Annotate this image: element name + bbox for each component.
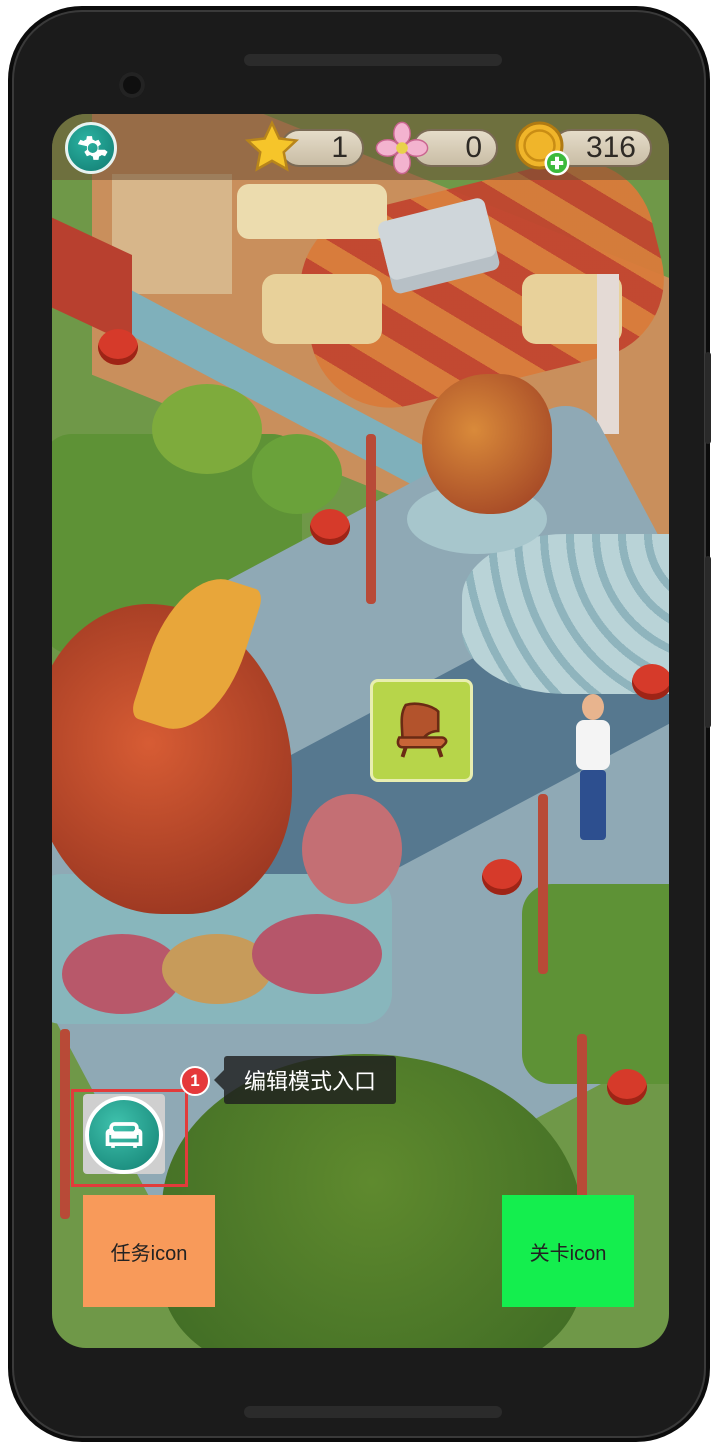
furniture-chair-tile[interactable] <box>370 679 473 782</box>
chair-icon <box>396 701 447 758</box>
edit-mode-highlight-box <box>71 1089 188 1187</box>
volume-button <box>705 556 711 728</box>
settings-button[interactable] <box>65 122 117 174</box>
coins-value: 316 <box>585 131 636 164</box>
flower-bush <box>302 794 402 904</box>
level-button[interactable]: 关卡icon <box>502 1195 634 1307</box>
flower-bush <box>252 914 382 994</box>
sofa-back <box>237 184 387 239</box>
lantern <box>482 859 522 895</box>
lamp-post <box>366 434 376 604</box>
bush <box>152 384 262 474</box>
gear-icon <box>77 136 108 160</box>
coin-plus-icon[interactable] <box>510 116 574 180</box>
earpiece-speaker <box>244 54 502 66</box>
front-camera <box>119 72 145 98</box>
stars-value: 1 <box>331 131 348 164</box>
step-badge: 1 <box>180 1066 210 1096</box>
game-screen[interactable]: 1 0 316 1 编辑模式入口 任务icon 关卡icon <box>52 114 669 1348</box>
flowers-value: 0 <box>465 131 482 164</box>
star-icon <box>240 116 304 180</box>
lamp-post <box>60 1029 70 1219</box>
level-button-label: 关卡icon <box>529 1242 607 1265</box>
bottom-speaker <box>244 1406 502 1418</box>
small-dragon-statue <box>422 374 552 514</box>
lamp-post <box>577 1034 587 1204</box>
armchair-left <box>262 274 382 344</box>
pillar <box>597 274 619 434</box>
lantern <box>607 1069 647 1105</box>
lamp-post <box>538 794 548 974</box>
power-button <box>705 352 711 444</box>
task-button[interactable]: 任务icon <box>83 1195 215 1307</box>
character-shirt <box>576 720 610 770</box>
lantern <box>632 664 669 700</box>
character-head <box>582 694 604 720</box>
character-legs <box>580 770 606 840</box>
butler-character[interactable] <box>572 694 612 844</box>
task-button-label: 任务icon <box>110 1242 188 1265</box>
lantern <box>310 509 350 545</box>
edit-mode-tooltip: 编辑模式入口 <box>214 1056 396 1104</box>
edit-mode-tooltip-text: 编辑模式入口 <box>243 1069 376 1094</box>
bush <box>252 434 342 514</box>
step-badge-number: 1 <box>190 1071 200 1090</box>
lantern <box>98 329 138 365</box>
flower-icon <box>370 116 434 180</box>
